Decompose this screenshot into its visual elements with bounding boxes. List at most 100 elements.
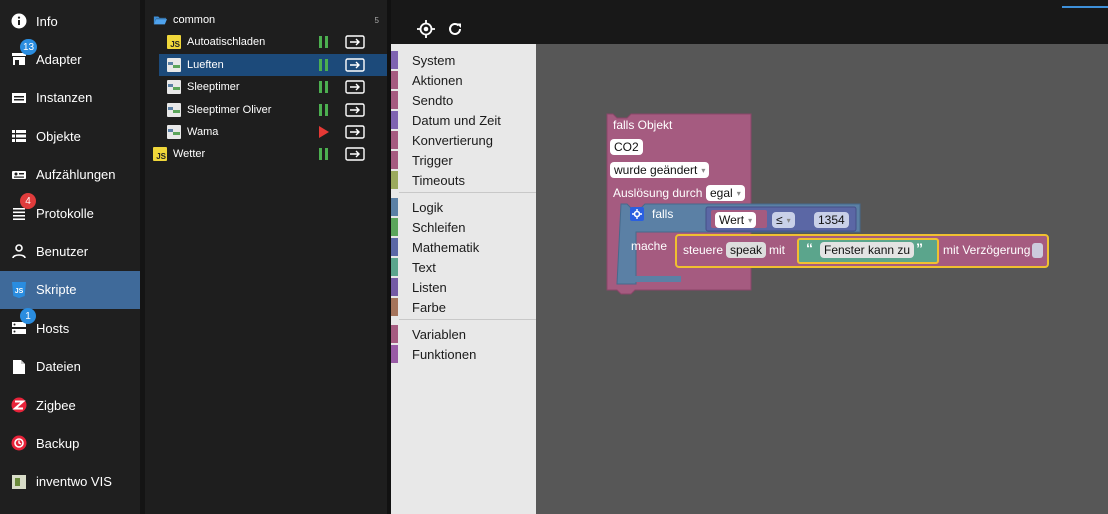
toolbox-category[interactable]: Schleifen [391, 217, 536, 237]
nav-item-label: Skripte [36, 282, 77, 298]
toolbox-category[interactable]: Text [391, 257, 536, 277]
text-field[interactable]: Fenster kann zu [820, 242, 915, 258]
blockly-workspace[interactable]: falls Objekt CO2 wurde geändert Auslösun… [536, 44, 1108, 514]
tree-script-row[interactable]: Lueften [159, 53, 395, 76]
nav-item-zigbee[interactable]: Zigbee [0, 386, 140, 424]
script-tree: common 5 JS Autoatischladen Lueften Sleepti… [145, 0, 395, 514]
nav-item-objekte[interactable]: Objekte [0, 117, 140, 155]
toolbox-category[interactable]: Farbe [391, 297, 536, 317]
control-label: steuere [683, 243, 724, 257]
trigger-event-dropdown[interactable]: wurde geändert [610, 162, 710, 178]
tree-folder-common[interactable]: common 5 [145, 9, 395, 31]
compare-left-dropdown[interactable]: Wert [715, 212, 757, 228]
nav-item-backup[interactable]: Backup [0, 424, 140, 462]
toolbox-category[interactable]: Konvertierung [391, 130, 536, 150]
category-color-swatch [391, 91, 398, 109]
nav-item-info[interactable]: Info [0, 2, 140, 40]
list-icon [10, 127, 28, 145]
toolbox-separator [399, 192, 536, 193]
toolbox-category[interactable]: System [391, 50, 536, 70]
vis-icon [10, 473, 28, 491]
category-label: Mathematik [412, 239, 480, 255]
tree-script-label: Autoatischladen [187, 36, 266, 48]
editor-toolbar [391, 0, 1108, 44]
toolbox-category[interactable]: Variablen [391, 324, 536, 344]
nav-item-skripte[interactable]: JS Skripte [0, 270, 140, 309]
nav-item-label: Adapter [36, 51, 82, 67]
delay-input[interactable] [1032, 243, 1043, 258]
tree-script-row[interactable]: JS Autoatischladen [145, 31, 409, 53]
toolbox-category[interactable]: Timeouts [391, 170, 536, 190]
export-icon[interactable] [345, 80, 365, 94]
tree-script-label: Sleeptimer Oliver [187, 103, 272, 116]
export-icon[interactable] [345, 57, 365, 72]
nav-item-hosts[interactable]: Hosts 1 [0, 308, 140, 347]
file-icon [10, 358, 28, 376]
toolbox-category[interactable]: Sendto [391, 90, 536, 110]
category-label: Farbe [412, 299, 446, 315]
control-target-field[interactable]: speak [726, 242, 767, 258]
nav-item-inventwo-vis[interactable]: inventwo VIS [0, 463, 140, 501]
category-color-swatch [391, 258, 398, 276]
toolbox-category[interactable]: Trigger [391, 150, 536, 170]
nav-item-benutzer[interactable]: Benutzer [0, 232, 140, 270]
pause-icon[interactable] [317, 58, 331, 72]
compare-op-dropdown[interactable]: ≤ [772, 212, 795, 228]
refresh-icon[interactable] [444, 18, 466, 40]
if-block-foot [621, 276, 681, 282]
pause-icon[interactable] [317, 35, 331, 49]
nav-item-protokolle[interactable]: Protokolle 4 [0, 193, 140, 232]
toolbox-category[interactable]: Logik [391, 197, 536, 217]
nav-item-dateien[interactable]: Dateien [0, 348, 140, 386]
open-quote-icon: “ [806, 240, 813, 256]
toolbox-category[interactable]: Mathematik [391, 237, 536, 257]
do-label: mache [631, 239, 668, 253]
tree-script-row[interactable]: Sleeptimer [145, 76, 409, 98]
tree-script-row[interactable]: JS Wetter [145, 143, 395, 165]
blockly-file-icon [167, 125, 181, 139]
export-icon[interactable] [345, 35, 365, 49]
export-icon[interactable] [345, 102, 365, 117]
category-label: Text [412, 259, 436, 275]
close-quote-icon: ” [916, 240, 923, 256]
tree-script-label: Wama [187, 126, 219, 138]
export-icon[interactable] [345, 125, 365, 139]
script-editor: System Aktionen Sendto Datum und Zeit Konver… [391, 0, 1108, 514]
gear-icon[interactable] [630, 207, 644, 221]
nav-item-label: Zigbee [36, 397, 76, 413]
toolbox-category[interactable]: Listen [391, 277, 536, 297]
trigger-object-field[interactable]: CO2 [610, 139, 643, 155]
tree-script-label: Lueften [187, 58, 224, 71]
category-color-swatch [391, 51, 398, 69]
locate-icon[interactable] [415, 18, 437, 40]
export-icon[interactable] [345, 147, 365, 161]
nav-item-label: inventwo VIS [36, 474, 112, 490]
trigger-ack-dropdown[interactable]: egal [706, 185, 745, 201]
category-color-swatch [391, 325, 398, 343]
nav-item-label: Benutzer [36, 243, 89, 259]
compare-right-field[interactable]: 1354 [814, 212, 849, 228]
category-label: Variablen [412, 326, 466, 342]
nav-item-label: Hosts [36, 320, 70, 336]
pause-icon[interactable] [317, 103, 331, 117]
if-label: falls [652, 207, 674, 221]
category-label: Timeouts [412, 172, 465, 188]
category-color-swatch [391, 171, 398, 189]
nav-item-adapter[interactable]: Adapter 13 [0, 39, 140, 78]
nav-item-instanzen[interactable]: Instanzen [0, 79, 140, 117]
pause-icon[interactable] [317, 80, 331, 94]
play-icon[interactable] [317, 125, 331, 139]
tree-script-row[interactable]: Sleeptimer Oliver [145, 99, 409, 121]
category-label: Trigger [412, 152, 453, 168]
tree-script-row[interactable]: Wama [145, 121, 409, 143]
toolbox-category[interactable]: Datum und Zeit [391, 110, 536, 130]
pause-icon[interactable] [317, 147, 331, 161]
nav-item-aufzählungen[interactable]: Aufzählungen [0, 156, 140, 194]
category-color-swatch [391, 218, 398, 236]
nav-item-label: Protokolle [36, 205, 94, 221]
category-label: Logik [412, 199, 444, 215]
toolbox-category[interactable]: Aktionen [391, 70, 536, 90]
category-color-swatch [391, 238, 398, 256]
toolbox-category[interactable]: Funktionen [391, 344, 536, 364]
enum-icon [10, 166, 28, 184]
